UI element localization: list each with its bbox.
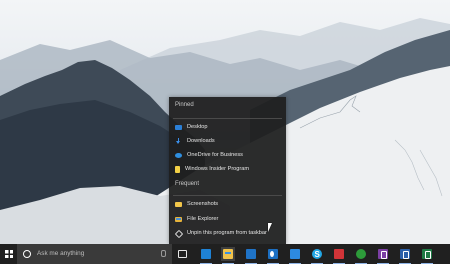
taskbar-mail[interactable] xyxy=(244,247,258,264)
jumplist-item-label: Screenshots xyxy=(187,201,219,207)
photos-icon xyxy=(290,249,300,259)
jumplist-item-downloads[interactable]: Downloads xyxy=(169,135,286,147)
downloads-icon xyxy=(175,137,182,145)
outlook-icon xyxy=(268,249,278,259)
mouse-cursor-icon xyxy=(268,223,272,232)
unpin-icon xyxy=(175,230,182,237)
jumplist-item-label: Downloads xyxy=(187,138,215,144)
mail-icon xyxy=(246,249,256,259)
taskbar-outlook[interactable] xyxy=(266,247,280,264)
pinned-header: Pinned xyxy=(175,102,194,108)
taskbar-skype[interactable] xyxy=(310,247,324,264)
taskbar-photos[interactable] xyxy=(288,247,302,264)
taskbar-xbox[interactable] xyxy=(354,247,368,264)
frequent-header: Frequent xyxy=(175,181,200,187)
taskbar-word[interactable] xyxy=(398,247,412,264)
onenote-icon xyxy=(378,249,388,259)
cortana-search-box[interactable]: Ask me anything xyxy=(17,244,172,264)
onedrive-icon xyxy=(175,153,182,158)
microphone-icon[interactable] xyxy=(161,250,166,257)
file-explorer-icon xyxy=(175,217,182,222)
excel-icon xyxy=(422,249,432,259)
notepad-icon xyxy=(175,165,180,173)
jumplist-item-label: Desktop xyxy=(187,124,208,130)
taskbar-file-explorer[interactable] xyxy=(221,247,235,264)
taskbar-store[interactable] xyxy=(199,247,213,264)
xbox-icon xyxy=(356,249,366,259)
news-icon xyxy=(334,249,344,259)
word-icon xyxy=(400,249,410,259)
start-button[interactable] xyxy=(0,244,17,264)
task-view-icon xyxy=(178,250,187,258)
jumplist-item-screenshots[interactable]: Screenshots xyxy=(169,198,286,210)
skype-icon xyxy=(312,249,322,259)
windows-logo-icon xyxy=(5,250,13,258)
taskbar-excel[interactable] xyxy=(420,247,434,264)
jumplist-item-onedrive[interactable]: OneDrive for Business xyxy=(169,149,286,161)
divider xyxy=(173,195,282,196)
jump-list: Pinned Desktop Downloads OneDrive for Bu… xyxy=(169,97,286,244)
jumplist-item-desktop[interactable]: Desktop xyxy=(169,121,286,133)
search-placeholder: Ask me anything xyxy=(37,250,85,257)
taskbar: Ask me anything xyxy=(0,244,450,264)
jumplist-item-label: OneDrive for Business xyxy=(187,152,243,158)
file-explorer-icon xyxy=(223,249,233,259)
divider xyxy=(173,118,282,119)
taskbar-onenote[interactable] xyxy=(376,247,390,264)
jumplist-action-label: File Explorer xyxy=(187,216,219,222)
desktop-icon xyxy=(175,125,182,130)
jumplist-item-windows-insider[interactable]: Windows Insider Program xyxy=(169,163,286,175)
cortana-icon xyxy=(23,250,31,258)
store-icon xyxy=(201,249,211,259)
jumplist-action-label: Unpin this program from taskbar xyxy=(187,230,267,236)
folder-icon xyxy=(175,202,182,207)
taskbar-news[interactable] xyxy=(332,247,346,264)
task-view-button[interactable] xyxy=(175,247,189,261)
jumplist-item-label: Windows Insider Program xyxy=(185,166,250,172)
